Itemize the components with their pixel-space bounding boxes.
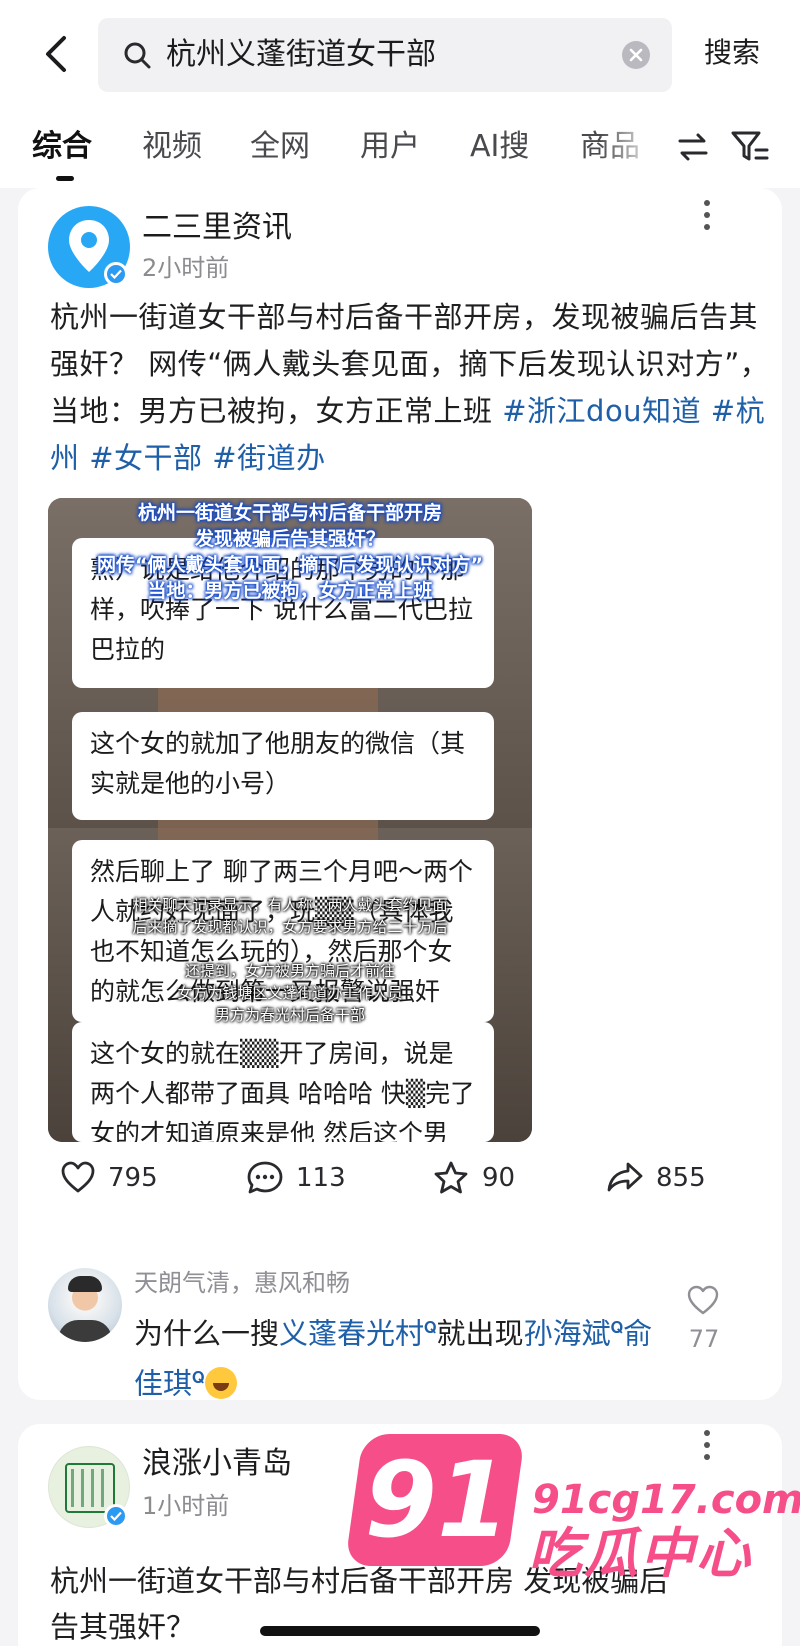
share-count: 855 (656, 1163, 706, 1193)
comment-search-link[interactable]: 孙海斌 (524, 1317, 611, 1351)
tab-users[interactable]: 用户 (360, 126, 420, 168)
heart-icon (61, 1161, 95, 1193)
chat-bubble: 这个女的就在▒▒开了房间，说是两个人都带了面具 哈哈哈 快▒完了女的才知道原来是… (72, 1022, 494, 1142)
commenter-name[interactable]: 天朗气清，惠风和畅 (134, 1266, 350, 1300)
verified-badge-icon (104, 1504, 128, 1528)
clear-search-icon[interactable] (622, 41, 650, 69)
verified-badge-icon (104, 262, 128, 286)
search-button[interactable]: 搜索 (704, 34, 760, 72)
hashtag[interactable]: #街道办 (212, 441, 325, 475)
comment-search-link[interactable]: 义蓬春光村 (279, 1317, 424, 1351)
watermark-name: 吃瓜中心 (528, 1522, 752, 1585)
active-tab-indicator (56, 176, 74, 181)
filter-icon[interactable] (730, 128, 770, 166)
avatar-shirt (58, 1320, 112, 1342)
location-pin-icon (69, 220, 109, 272)
post-time: 2小时前 (142, 254, 230, 282)
video-title-line: 当地：男方已被拘，女方正常上班 (147, 580, 433, 602)
comment-middle: 就出现 (436, 1316, 524, 1351)
author-name[interactable]: 浪涨小青岛 (142, 1444, 292, 1484)
chat-bubble: 这个女的就加了他朋友的微信（其实就是他的小号） (72, 712, 494, 820)
pause-icon[interactable] (464, 1078, 500, 1114)
video-subtitle-line: 还提到，女方被男方骗后才前往 (184, 962, 395, 980)
home-indicator[interactable] (260, 1626, 540, 1636)
search-box[interactable]: 杭州义蓬街道女干部 (98, 18, 672, 92)
top-bar: 杭州义蓬街道女干部 搜索 (0, 0, 800, 112)
star-icon (434, 1161, 468, 1194)
like-count: 795 (108, 1163, 158, 1193)
video-title-line: 杭州一街道女干部与村后备干部开房 (137, 502, 442, 524)
video-subtitle-line: 女方为钱塘区义蓬街道办工作人员 (177, 984, 403, 1002)
search-link-icon: 𝐐 (610, 1318, 624, 1337)
comment-count: 113 (296, 1163, 346, 1193)
search-link-icon: 𝐐 (424, 1318, 437, 1337)
comment-button[interactable]: 113 (246, 1156, 356, 1200)
author-name[interactable]: 二三里资讯 (142, 208, 292, 248)
back-arrow-icon[interactable] (36, 32, 76, 76)
favorite-count: 90 (482, 1163, 516, 1193)
commenter-avatar[interactable] (48, 1268, 122, 1342)
video-subtitle-line: 男方为春光村后备干部 (214, 1006, 365, 1024)
laughing-emoji-icon (204, 1367, 237, 1400)
post-time: 1小时前 (142, 1492, 230, 1520)
comment-heart-icon[interactable] (686, 1284, 720, 1316)
comment-bubble-icon (247, 1161, 283, 1194)
video-title-line: 发现被骗后告其强奸？ (194, 528, 385, 550)
hashtag[interactable]: #浙江dou知道 (502, 394, 701, 428)
sort-swap-icon[interactable] (676, 130, 710, 164)
comment-text[interactable]: 为什么一搜义蓬春光村𝐐就出现孙海斌𝐐俞佳琪𝐐 (134, 1306, 654, 1400)
search-link-icon: 𝐐 (192, 1367, 205, 1387)
post-body[interactable]: 杭州一街道女干部与村后备干部开房，发现被骗后告其强奸？ 网传“俩人戴头套见面，摘… (50, 294, 770, 482)
more-options-icon[interactable] (702, 198, 712, 232)
watermark-url: 91cg17.com (532, 1477, 800, 1523)
video-subtitle-line: 相关聊天记录显示，有人称：两人戴头套约见面 (132, 896, 448, 914)
tab-ai-search[interactable]: AI搜 (470, 126, 529, 168)
comment-prefix: 为什么一搜 (134, 1316, 280, 1351)
share-button[interactable]: 855 (606, 1156, 716, 1200)
tab-all[interactable]: 综合 (32, 126, 92, 168)
comment-like-count: 77 (688, 1325, 720, 1353)
tab-web[interactable]: 全网 (250, 126, 310, 168)
logo-pattern (71, 1469, 109, 1507)
hashtag[interactable]: #女干部 (89, 441, 202, 475)
video-title-line: 网传“俩人戴头套见面，摘下后发现认识对方” (97, 554, 483, 576)
tab-fade (600, 112, 670, 188)
favorite-button[interactable]: 90 (432, 1156, 532, 1200)
avatar-hat (68, 1276, 102, 1292)
video-thumbnail[interactable]: 熟）说是给他介绍的那个男的不那样，吹捧了一下 说什么富二代巴拉巴拉的 这个女的就… (48, 498, 532, 1142)
share-arrow-icon (607, 1162, 643, 1192)
video-subtitle-line: 后来摘了发现都认识，女方要求男方给二十万后 (132, 918, 448, 936)
more-options-icon[interactable] (702, 1428, 712, 1462)
search-input[interactable]: 杭州义蓬街道女干部 (166, 36, 436, 74)
watermark-number: 91 (364, 1439, 510, 1561)
post-actions: 795 113 90 855 (18, 1148, 782, 1208)
tab-video[interactable]: 视频 (142, 126, 202, 168)
post-card[interactable]: 二三里资讯 2小时前 杭州一街道女干部与村后备干部开房，发现被骗后告其强奸？ 网… (18, 188, 782, 1400)
like-button[interactable]: 795 (60, 1156, 170, 1200)
search-icon (124, 42, 151, 69)
